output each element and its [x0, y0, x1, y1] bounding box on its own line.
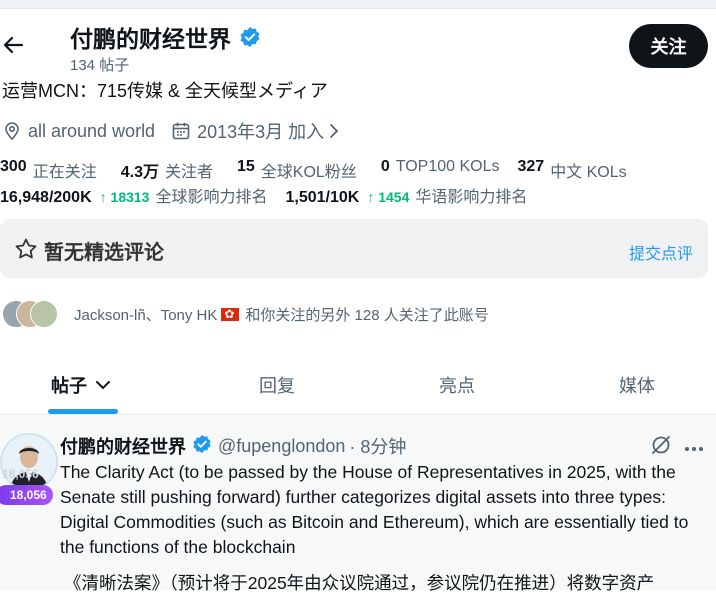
post-header: 付鹏的财经世界 @fupenglondon · 8分钟 — [60, 433, 406, 459]
follow-button[interactable]: 关注 — [629, 24, 708, 68]
tab-posts[interactable]: 帖子 — [51, 372, 111, 398]
post-time[interactable]: · 8分钟 — [349, 433, 406, 459]
profile-bio: 运营MCN：715传媒 & 全天候型メディア — [2, 81, 328, 101]
location-text: all around world — [28, 120, 156, 141]
location-pin-icon — [2, 121, 22, 141]
stats-row-2: 16,948/200K ↑ 18313 全球影响力排名 1,501/10K ↑ 145… — [0, 183, 545, 207]
more-icon[interactable] — [684, 439, 704, 457]
post-avatar[interactable] — [0, 433, 58, 491]
tab-highlights[interactable]: 亮点 — [439, 372, 475, 398]
follower-avatars[interactable] — [2, 300, 62, 328]
review-card: 暂无精选评论 提交点评 — [0, 219, 708, 278]
post-text-chinese: 《清晰法案》（预计将于2025年由众议院通过，参议院仍在推进）将数字资产 — [64, 573, 655, 593]
profile-title-row: 付鹏的财经世界 — [70, 20, 261, 54]
post-author[interactable]: 付鹏的财经世界 — [60, 433, 186, 459]
post-actions — [650, 434, 704, 461]
stat-global-kol[interactable]: 15 全球KOL粉丝 — [237, 158, 357, 182]
stat-followers[interactable]: 4.3万 关注者 — [121, 158, 213, 182]
stat-chinese-rank[interactable]: 1,501/10K ↑ 1454 华语影响力排名 — [285, 183, 527, 207]
stat-global-rank[interactable]: 16,948/200K ↑ 18313 全球影响力排名 — [0, 183, 267, 207]
followed-by-suffix: 和你关注的另外 128 人关注了此账号 — [245, 307, 489, 324]
profile-tabs: 帖子 回复 亮点 媒体 — [0, 352, 716, 414]
tab-posts-label: 帖子 — [51, 376, 87, 396]
translate-off-icon[interactable] — [650, 434, 672, 461]
tab-replies[interactable]: 回复 — [259, 372, 295, 398]
verified-badge-icon — [239, 26, 261, 48]
tab-media[interactable]: 媒体 — [619, 372, 655, 398]
verified-badge-icon — [192, 434, 212, 459]
post-handle[interactable]: @fupenglondon — [218, 436, 345, 457]
followed-by-text[interactable]: Jackson-lñ、Tony HK 和你关注的另外 128 人关注了此账号 — [74, 304, 489, 325]
hk-flag-icon — [221, 306, 240, 322]
badge-shadow: 18,056 — [2, 467, 39, 481]
post-item[interactable]: 18,056 18,056 付鹏的财经世界 @fupenglondon · 8分… — [0, 415, 716, 593]
profile-name: 付鹏的财经世界 — [70, 26, 231, 52]
calendar-icon — [171, 121, 191, 141]
stat-following[interactable]: 300 正在关注 — [0, 158, 97, 182]
profile-meta: all around world 2013年3月 加入 — [2, 118, 346, 144]
chevron-right-icon[interactable] — [328, 122, 340, 140]
stat-top100-kol[interactable]: 0 TOP100 KOLs — [381, 158, 500, 182]
star-icon — [14, 237, 38, 266]
influence-badge: 18,056 — [0, 485, 53, 505]
stat-chinese-kol[interactable]: 327 中文 KOLs — [517, 158, 626, 182]
top-band — [0, 0, 716, 8]
joined-date[interactable]: 2013年3月 加入 — [197, 118, 324, 144]
submit-review-link[interactable]: 提交点评 — [629, 240, 693, 264]
top-divider — [0, 8, 716, 9]
avatar — [30, 300, 58, 328]
post-count: 134 帖子 — [70, 57, 130, 74]
chevron-down-icon — [95, 375, 111, 396]
followed-by-names: Jackson-lñ、Tony HK — [74, 307, 218, 324]
back-arrow-icon[interactable] — [2, 34, 24, 56]
review-title: 暂无精选评论 — [44, 242, 164, 264]
post-text-english: The Clarity Act (to be passed by the Hou… — [60, 462, 689, 557]
stats-row-1: 300 正在关注 4.3万 关注者 15 全球KOL粉丝 0 TOP100 KOLs 3… — [0, 158, 651, 182]
